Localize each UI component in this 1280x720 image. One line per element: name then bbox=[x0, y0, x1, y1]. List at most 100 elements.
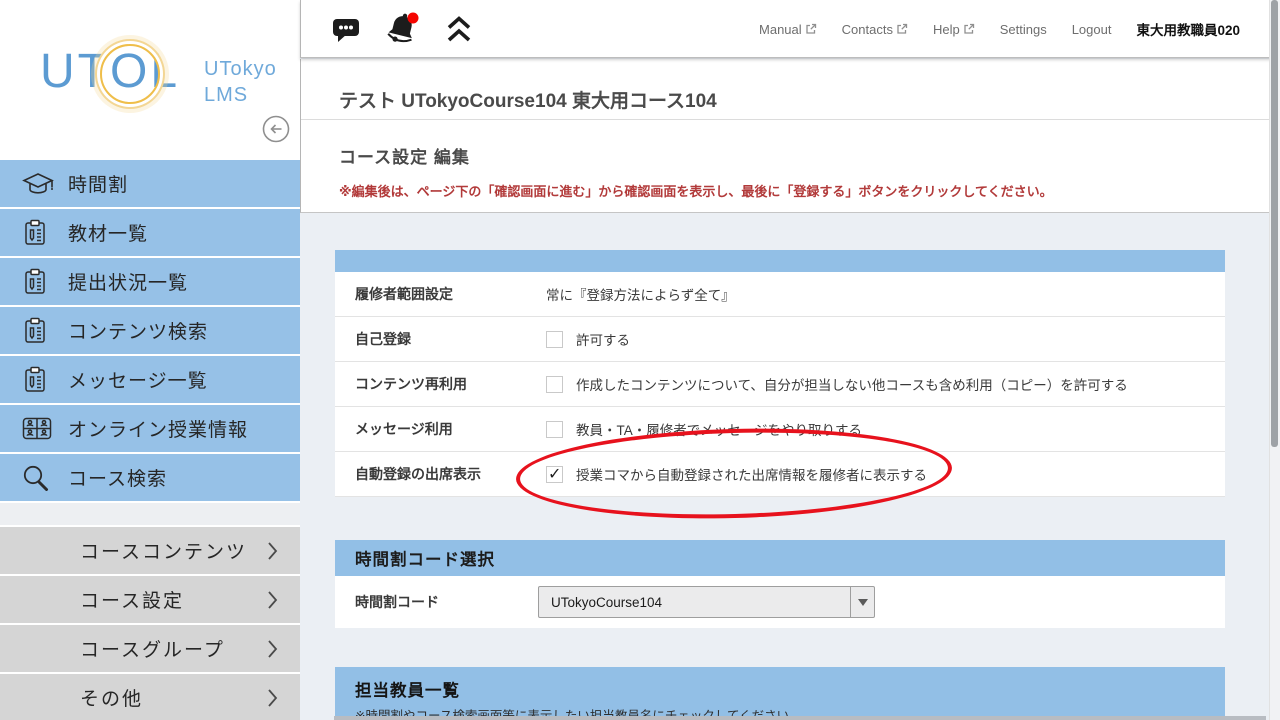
divider bbox=[334, 716, 1266, 720]
logged-in-user-name: 東大用教職員020 bbox=[1136, 19, 1240, 39]
arrow-left-circle-icon bbox=[262, 115, 290, 143]
sidebar-item-label: 教材一覧 bbox=[68, 219, 148, 246]
table-header-bar bbox=[335, 250, 1225, 272]
row-label: コンテンツ再利用 bbox=[335, 374, 538, 394]
sidebar-item-label: コンテンツ検索 bbox=[68, 317, 208, 344]
sidebar-item-others[interactable]: その他 bbox=[0, 674, 300, 720]
topbar-right-links: Manual Contacts Help Settings bbox=[759, 0, 1240, 58]
message-use-checkbox[interactable] bbox=[546, 421, 563, 438]
sidebar-item-messages[interactable]: メッセージ一覧 bbox=[0, 356, 300, 403]
manual-link[interactable]: Manual bbox=[759, 22, 817, 37]
logo-o-with-rings: O bbox=[110, 44, 150, 99]
online-class-icon bbox=[22, 417, 68, 440]
table-row: メッセージ利用 教員・TA・履修者でメッセージをやり取りする bbox=[335, 407, 1225, 452]
notification-badge bbox=[408, 13, 419, 24]
auto-attendance-display-checkbox[interactable] bbox=[546, 466, 563, 483]
link-label: Settings bbox=[1000, 22, 1047, 37]
sidebar-item-content-search[interactable]: コンテンツ検索 bbox=[0, 307, 300, 354]
timetable-code-section: 時間割コード選択 時間割コード UTokyoCourse104 bbox=[335, 540, 1225, 628]
sidebar-item-course-group[interactable]: コースグループ bbox=[0, 625, 300, 672]
external-link-icon bbox=[896, 23, 908, 35]
sidebar-item-course-contents[interactable]: コースコンテンツ bbox=[0, 527, 300, 574]
help-link[interactable]: Help bbox=[933, 22, 975, 37]
self-registration-checkbox[interactable] bbox=[546, 331, 563, 348]
clipboard-icon bbox=[22, 317, 68, 345]
link-label: Logout bbox=[1072, 22, 1112, 37]
clipboard-icon bbox=[22, 268, 68, 296]
checkbox-label: 授業コマから自動登録された出席情報を履修者に表示する bbox=[576, 464, 927, 484]
dropdown-arrow-icon[interactable] bbox=[850, 587, 874, 617]
sidebar-item-label: 提出状況一覧 bbox=[68, 268, 188, 295]
row-value: 常に『登録方法によらず全て』 bbox=[546, 284, 735, 304]
sidebar-item-course-search[interactable]: コース検索 bbox=[0, 454, 300, 501]
sidebar-item-label: コースグループ bbox=[80, 635, 225, 662]
external-link-icon bbox=[963, 23, 975, 35]
sidebar-item-label: 時間割 bbox=[68, 170, 128, 197]
checkbox-label: 作成したコンテンツについて、自分が担当しない他コースも含め利用（コピー）を許可す… bbox=[576, 374, 1128, 394]
sidebar-item-label: その他 bbox=[80, 684, 143, 711]
logo-subtitle: UTokyo LMS bbox=[204, 56, 277, 108]
section-header: 担当教員一覧 bbox=[355, 677, 1225, 701]
checkbox-label: 教員・TA・履修者でメッセージをやり取りする bbox=[576, 419, 862, 439]
notifications-bell-icon[interactable] bbox=[385, 11, 421, 47]
sidebar-item-online-class-info[interactable]: オンライン授業情報 bbox=[0, 405, 300, 452]
vertical-scrollbar-thumb[interactable] bbox=[1271, 0, 1278, 447]
settings-link[interactable]: Settings bbox=[1000, 22, 1047, 37]
vertical-scrollbar-track[interactable] bbox=[1269, 0, 1280, 720]
sidebar-item-materials[interactable]: 教材一覧 bbox=[0, 209, 300, 256]
sidebar-collapse-button[interactable] bbox=[262, 115, 290, 143]
sidebar-item-label: オンライン授業情報 bbox=[68, 415, 248, 442]
content-reuse-checkbox[interactable] bbox=[546, 376, 563, 393]
chevron-right-icon bbox=[268, 542, 278, 560]
logo-subtitle-line1: UTokyo bbox=[204, 56, 277, 82]
course-page-title: テスト UTokyoCourse104 東大用コース104 bbox=[339, 86, 717, 113]
logout-link[interactable]: Logout bbox=[1072, 22, 1112, 37]
search-icon bbox=[22, 464, 68, 491]
sidebar-item-submissions[interactable]: 提出状況一覧 bbox=[0, 258, 300, 305]
content-header: テスト UTokyoCourse104 東大用コース104 コース設定 編集 ※… bbox=[300, 59, 1280, 213]
link-label: Help bbox=[933, 22, 960, 37]
sidebar-item-label: コースコンテンツ bbox=[80, 537, 247, 564]
logo-subtitle-line2: LMS bbox=[204, 82, 277, 108]
chevron-right-icon bbox=[268, 689, 278, 707]
table-row: コンテンツ再利用 作成したコンテンツについて、自分が担当しない他コースも含め利用… bbox=[335, 362, 1225, 407]
row-label: 時間割コード bbox=[335, 592, 538, 612]
clipboard-icon bbox=[22, 366, 68, 394]
section-title: コース設定 編集 bbox=[339, 143, 470, 168]
chevron-right-icon bbox=[268, 591, 278, 609]
course-settings-table: 履修者範囲設定 常に『登録方法によらず全て』 自己登録 許可する コンテンツ再利… bbox=[335, 250, 1225, 497]
link-label: Manual bbox=[759, 22, 802, 37]
sidebar-item-timetable[interactable]: 時間割 bbox=[0, 160, 300, 207]
messages-icon[interactable] bbox=[331, 15, 361, 43]
graduation-cap-icon bbox=[22, 171, 68, 197]
clipboard-icon bbox=[22, 219, 68, 247]
topbar-left-icons bbox=[331, 0, 473, 58]
sidebar-nav: 時間割 教材一覧 bbox=[0, 160, 300, 720]
section-header: 時間割コード選択 bbox=[335, 540, 1225, 576]
sidebar-item-label: コース検索 bbox=[68, 464, 167, 491]
row-label: 履修者範囲設定 bbox=[335, 284, 538, 304]
row-label: 自動登録の出席表示 bbox=[335, 464, 538, 484]
edit-instruction-note: ※編集後は、ページ下の「確認画面に進む」から確認画面を表示し、最後に「登録する」… bbox=[339, 181, 1053, 200]
table-row: 履修者範囲設定 常に『登録方法によらず全て』 bbox=[335, 272, 1225, 317]
sidebar-section-divider bbox=[0, 503, 300, 525]
table-row: 自己登録 許可する bbox=[335, 317, 1225, 362]
external-link-icon bbox=[805, 23, 817, 35]
collapse-header-icon[interactable] bbox=[445, 14, 473, 44]
dropdown-selected-value: UTokyoCourse104 bbox=[539, 595, 662, 610]
row-label: メッセージ利用 bbox=[335, 419, 538, 439]
checkbox-label: 許可する bbox=[576, 329, 630, 349]
divider bbox=[301, 119, 1280, 120]
table-row: 自動登録の出席表示 授業コマから自動登録された出席情報を履修者に表示する bbox=[335, 452, 1225, 497]
sidebar-item-course-settings[interactable]: コース設定 bbox=[0, 576, 300, 623]
contacts-link[interactable]: Contacts bbox=[842, 22, 908, 37]
logo-area: UTOL UTokyo LMS bbox=[0, 0, 300, 160]
sidebar-item-label: コース設定 bbox=[80, 586, 184, 613]
instructors-section: 担当教員一覧 ※時間割やコース検索画面等に表示したい担当教員名にチェックしてくだ… bbox=[335, 667, 1225, 720]
utol-lms-app: UTOL UTokyo LMS bbox=[0, 0, 1280, 720]
sidebar: UTOL UTokyo LMS bbox=[0, 0, 300, 720]
link-label: Contacts bbox=[842, 22, 893, 37]
chevron-right-icon bbox=[268, 640, 278, 658]
timetable-code-dropdown[interactable]: UTokyoCourse104 bbox=[538, 586, 875, 618]
utol-logo: UTOL bbox=[40, 44, 180, 99]
